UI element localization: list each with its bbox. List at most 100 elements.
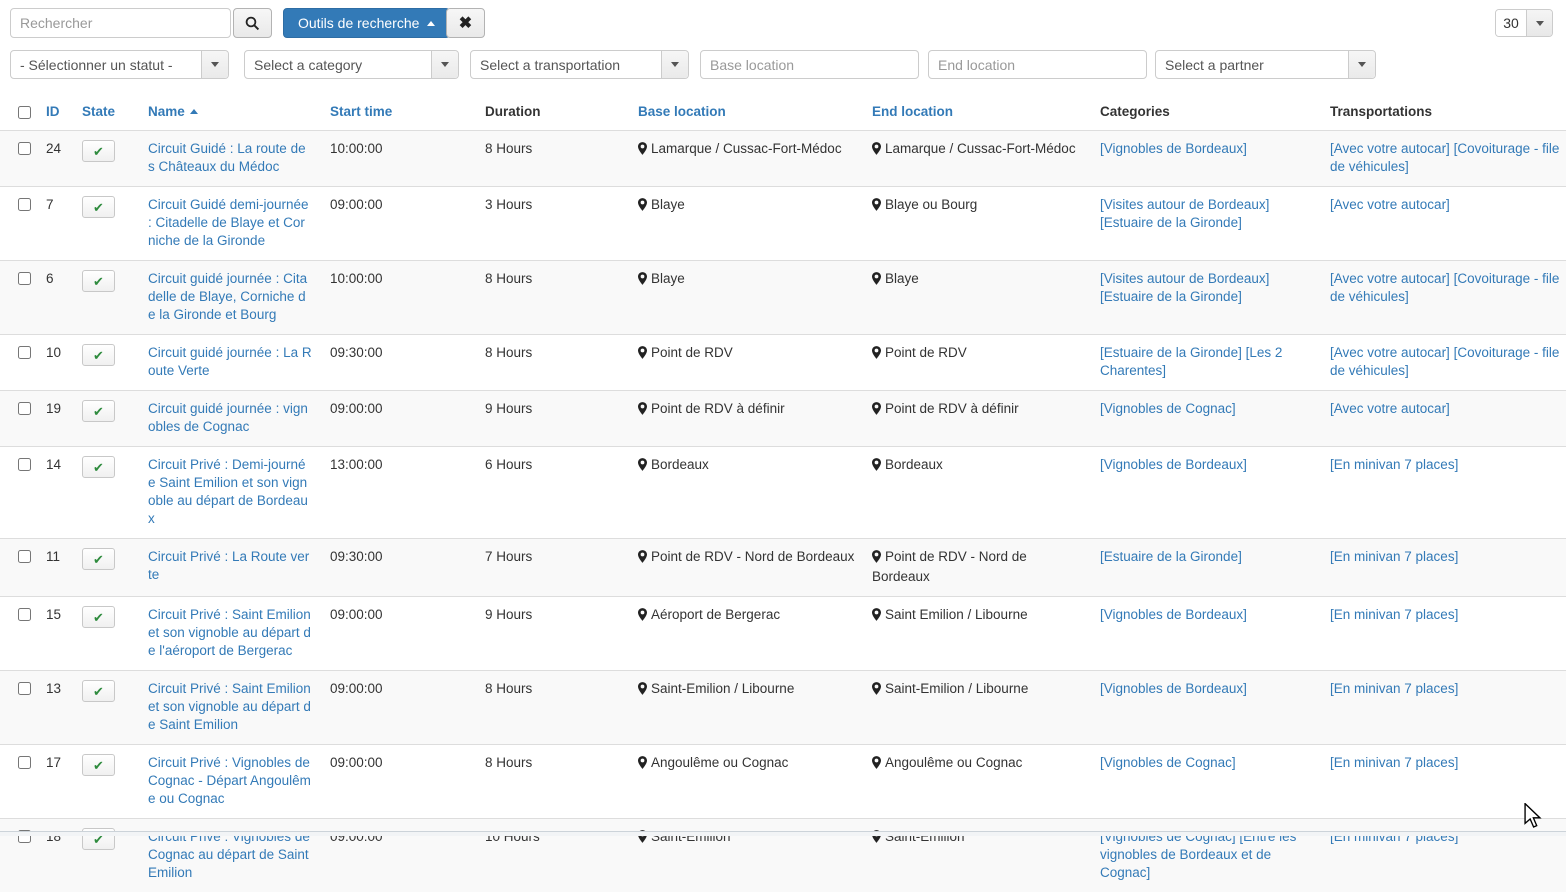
row-checkbox[interactable]	[18, 682, 31, 695]
circuit-name-link[interactable]: Circuit Privé : Demi-journée Saint Emili…	[148, 457, 308, 526]
row-base-location: Point de RDV	[632, 335, 866, 391]
category-link[interactable]: [Vignobles de Bordeaux]	[1100, 607, 1247, 622]
state-publish-button[interactable]: ✔	[82, 548, 115, 570]
category-link[interactable]: [Vignobles de Cognac]	[1100, 755, 1236, 770]
circuit-name-link[interactable]: Circuit Privé : La Route verte	[148, 549, 309, 582]
map-marker-icon	[638, 142, 647, 160]
transportation-link[interactable]: [En minivan 7 places]	[1330, 549, 1458, 564]
state-publish-button[interactable]: ✔	[82, 606, 115, 628]
circuit-name-link[interactable]: Circuit guidé journée : La Route Verte	[148, 345, 312, 378]
circuit-name-link[interactable]: Circuit Guidé demi-journée : Citadelle d…	[148, 197, 309, 248]
state-publish-button[interactable]: ✔	[82, 456, 115, 478]
category-link[interactable]: [Vignobles de Bordeaux]	[1100, 681, 1247, 696]
state-publish-button[interactable]: ✔	[82, 680, 115, 702]
sort-start-time-link[interactable]: Start time	[330, 104, 392, 119]
caret-down-icon	[661, 51, 688, 78]
row-duration: 10 Hours	[479, 819, 632, 892]
row-checkbox[interactable]	[18, 458, 31, 471]
transportation-link[interactable]: [Avec votre autocar]	[1330, 141, 1450, 156]
category-link[interactable]: [Visites autour de Bordeaux]	[1100, 197, 1269, 212]
category-link[interactable]: [Estuaire de la Gironde]	[1100, 215, 1242, 230]
row-checkbox[interactable]	[18, 346, 31, 359]
clear-search-button[interactable]: ✖	[446, 8, 485, 38]
row-id: 15	[40, 597, 76, 671]
partner-filter-select[interactable]: Select a partner	[1155, 50, 1376, 79]
state-publish-button[interactable]: ✔	[82, 140, 115, 162]
sort-id-link[interactable]: ID	[46, 104, 60, 119]
transportation-link[interactable]: [Avec votre autocar]	[1330, 271, 1450, 286]
transportation-link[interactable]: [En minivan 7 places]	[1330, 457, 1458, 472]
search-tools-label: Outils de recherche	[298, 15, 419, 31]
category-link[interactable]: [Visites autour de Bordeaux]	[1100, 271, 1269, 286]
row-checkbox[interactable]	[18, 550, 31, 563]
row-checkbox[interactable]	[18, 756, 31, 769]
category-link[interactable]: [Vignobles de Cognac]	[1100, 401, 1236, 416]
transportation-filter-select[interactable]: Select a transportation	[470, 50, 689, 79]
category-link[interactable]: [Estuaire de la Gironde]	[1100, 289, 1242, 304]
table-row: 15 ✔ Circuit Privé : Saint Emilion et so…	[0, 597, 1566, 671]
map-marker-icon	[872, 346, 881, 364]
row-state-cell: ✔	[76, 819, 142, 892]
state-publish-button[interactable]: ✔	[82, 196, 115, 218]
category-link[interactable]: [Vignobles de Bordeaux]	[1100, 141, 1247, 156]
row-base-location: Angoulême ou Cognac	[632, 745, 866, 819]
row-checkbox[interactable]	[18, 198, 31, 211]
header-categories: Categories	[1094, 96, 1324, 131]
sort-name-link[interactable]: Name	[148, 104, 185, 119]
row-name-cell: Circuit guidé journée : La Route Verte	[142, 335, 324, 391]
row-checkbox-cell	[0, 391, 40, 447]
transportation-link[interactable]: [Avec votre autocar]	[1330, 401, 1450, 416]
base-location-filter-input[interactable]	[700, 50, 919, 79]
row-end-location: Point de RDV à définir	[866, 391, 1094, 447]
row-checkbox[interactable]	[18, 402, 31, 415]
select-all-checkbox[interactable]	[18, 106, 31, 119]
row-state-cell: ✔	[76, 447, 142, 539]
category-link[interactable]: [Estuaire de la Gironde]	[1100, 345, 1242, 360]
category-link[interactable]: [Estuaire de la Gironde]	[1100, 549, 1242, 564]
circuit-name-link[interactable]: Circuit Privé : Saint Emilion et son vig…	[148, 607, 311, 658]
state-publish-button[interactable]: ✔	[82, 400, 115, 422]
category-filter-select[interactable]: Select a category	[244, 50, 459, 79]
row-checkbox-cell	[0, 745, 40, 819]
circuit-name-link[interactable]: Circuit Privé : Vignobles de Cognac - Dé…	[148, 755, 311, 806]
row-checkbox-cell	[0, 187, 40, 261]
row-duration: 8 Hours	[479, 131, 632, 187]
state-publish-button[interactable]: ✔	[82, 344, 115, 366]
circuit-name-link[interactable]: Circuit Privé : Saint Emilion et son vig…	[148, 681, 311, 732]
sort-end-location-link[interactable]: End location	[872, 104, 953, 119]
state-publish-button[interactable]: ✔	[82, 754, 115, 776]
transportation-link[interactable]: [En minivan 7 places]	[1330, 681, 1458, 696]
row-checkbox[interactable]	[18, 272, 31, 285]
transportation-link[interactable]: [Avec votre autocar]	[1330, 197, 1450, 212]
circuit-name-link[interactable]: Circuit guidé journée : vignobles de Cog…	[148, 401, 308, 434]
search-tools-button[interactable]: Outils de recherche	[283, 8, 450, 38]
state-publish-button[interactable]: ✔	[82, 270, 115, 292]
list-limit-select[interactable]: 30	[1495, 9, 1553, 37]
circuit-name-link[interactable]: Circuit Privé : Vignobles de Cognac au d…	[148, 829, 310, 880]
transportation-link[interactable]: [En minivan 7 places]	[1330, 755, 1458, 770]
row-transportations: [Avec votre autocar]	[1324, 187, 1566, 261]
search-input[interactable]	[10, 8, 231, 38]
circuit-name-link[interactable]: Circuit Guidé : La route des Châteaux du…	[148, 141, 306, 174]
search-submit-button[interactable]	[233, 8, 272, 38]
header-id: ID	[40, 96, 76, 131]
row-checkbox[interactable]	[18, 608, 31, 621]
transportation-filter-value: Select a transportation	[471, 51, 661, 78]
row-end-location: Blaye ou Bourg	[866, 187, 1094, 261]
transportation-link[interactable]: [Avec votre autocar]	[1330, 345, 1450, 360]
transportation-link[interactable]: [En minivan 7 places]	[1330, 607, 1458, 622]
row-checkbox[interactable]	[18, 142, 31, 155]
sort-base-location-link[interactable]: Base location	[638, 104, 726, 119]
sort-state-link[interactable]: State	[82, 104, 115, 119]
check-icon: ✔	[93, 759, 104, 772]
category-link[interactable]: [Vignobles de Bordeaux]	[1100, 457, 1247, 472]
row-categories: [Vignobles de Bordeaux]	[1094, 447, 1324, 539]
header-start-time: Start time	[324, 96, 479, 131]
end-location-filter-input[interactable]	[928, 50, 1147, 79]
status-filter-select[interactable]: - Sélectionner un statut -	[10, 50, 229, 79]
row-end-location: Saint-Emilion / Libourne	[866, 671, 1094, 745]
table-header-row: ID State Name Start time Duration Base l…	[0, 96, 1566, 131]
circuit-name-link[interactable]: Circuit guidé journée : Citadelle de Bla…	[148, 271, 307, 322]
row-id: 10	[40, 335, 76, 391]
row-end-location: Saint Emilion / Libourne	[866, 597, 1094, 671]
